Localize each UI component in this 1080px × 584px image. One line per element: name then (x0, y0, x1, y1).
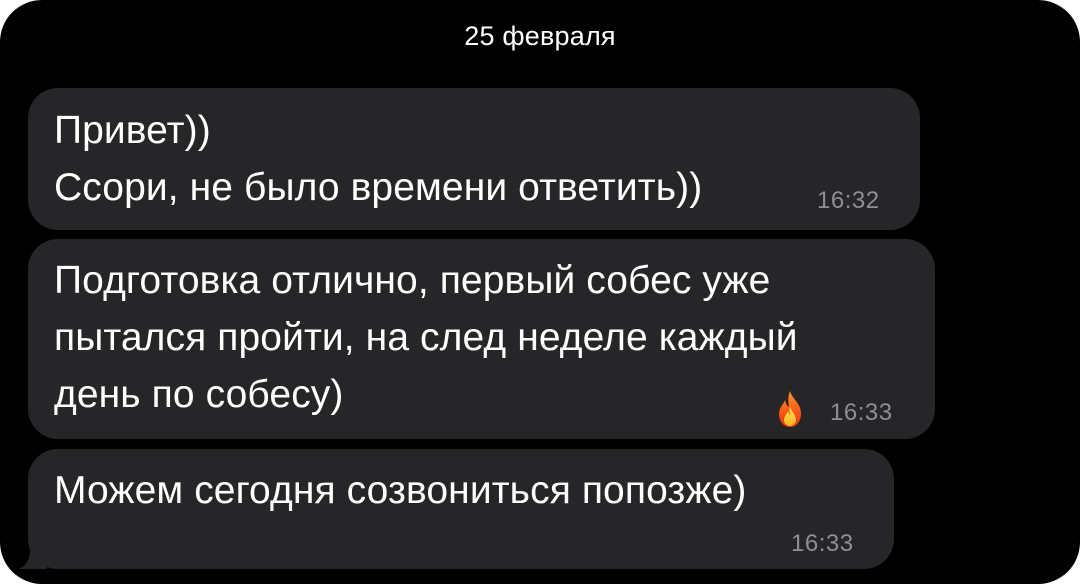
message-bubble[interactable]: Подготовка отлично, первый собес уже пыт… (28, 239, 935, 439)
bubble-tail (19, 540, 47, 569)
fire-icon[interactable] (774, 389, 806, 429)
date-header: 25 февраля (464, 21, 616, 51)
chat-screen: 25 февраля Привет)) Ссори, не было време… (0, 0, 1080, 584)
message-timestamp: 16:32 (817, 187, 880, 214)
message-timestamp: 16:33 (830, 399, 893, 426)
message-text: Можем сегодня созвониться попозже) (54, 469, 747, 512)
message-bubble[interactable]: Привет)) Ссори, не было времени ответить… (28, 88, 920, 230)
message-text: Подготовка отлично, первый собес уже пыт… (54, 259, 798, 416)
message-text: Привет)) Ссори, не было времени ответить… (54, 109, 703, 209)
message-bubble[interactable]: Можем сегодня созвониться попозже) 16:33 (28, 449, 894, 569)
message-timestamp: 16:33 (791, 530, 854, 557)
